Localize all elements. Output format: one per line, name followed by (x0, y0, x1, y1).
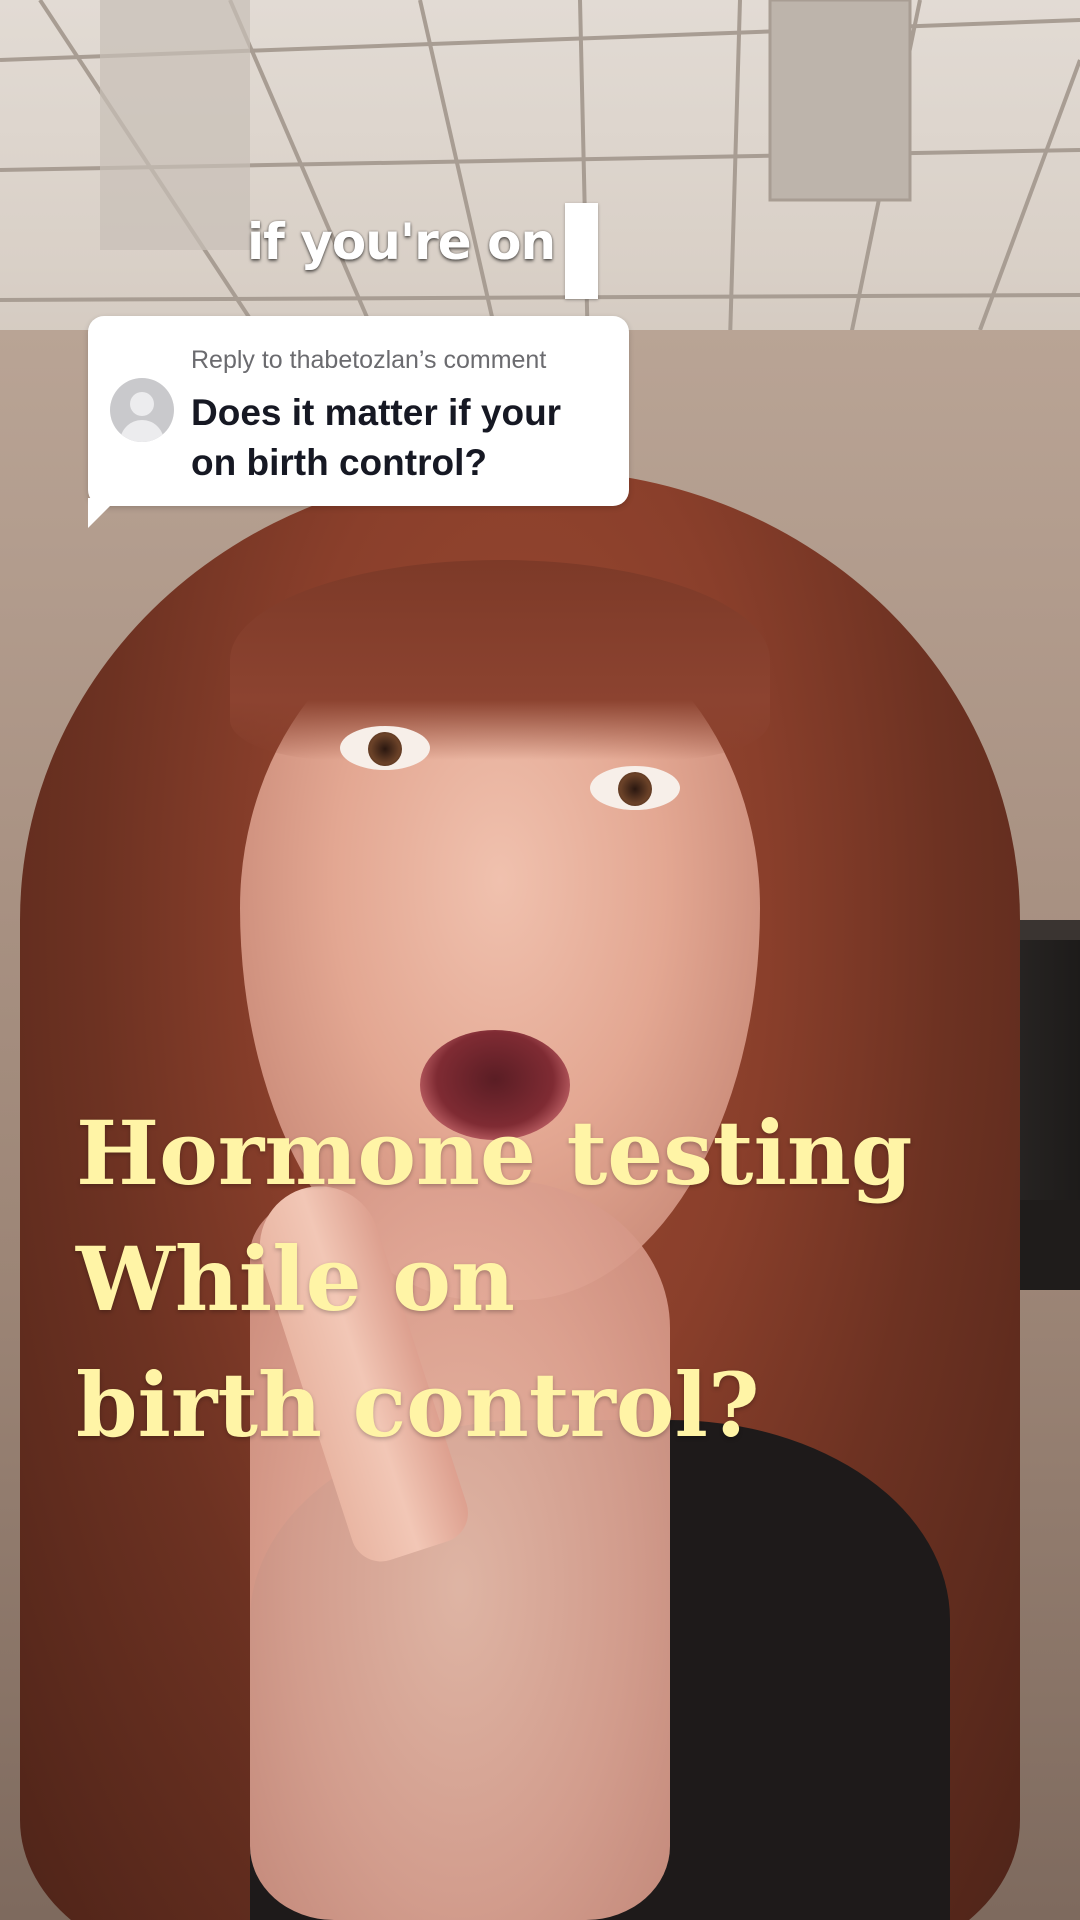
avatar-body (120, 420, 164, 442)
headline-line-1: Hormone testing (76, 1101, 913, 1205)
left-eye (340, 726, 430, 770)
avatar-head (130, 392, 154, 416)
headline-text: Hormone testing While on birth control? (76, 1090, 976, 1468)
bangs (230, 560, 770, 760)
reply-to-comment-card[interactable]: Reply to thabetozlan’s comment Does it m… (88, 316, 629, 506)
right-eye (590, 766, 680, 810)
caption-text: if you're on (247, 213, 556, 271)
headline-line-3: birth control? (76, 1353, 760, 1457)
reply-label: Reply to thabetozlan’s comment (191, 346, 547, 374)
video-frame (0, 0, 1080, 1920)
reply-question: Does it matter if your on birth control? (191, 392, 562, 483)
text-cursor (565, 203, 598, 299)
reply-card-tail (88, 498, 118, 528)
headline-line-2: While on (76, 1227, 515, 1331)
default-user-avatar-icon (110, 378, 174, 442)
